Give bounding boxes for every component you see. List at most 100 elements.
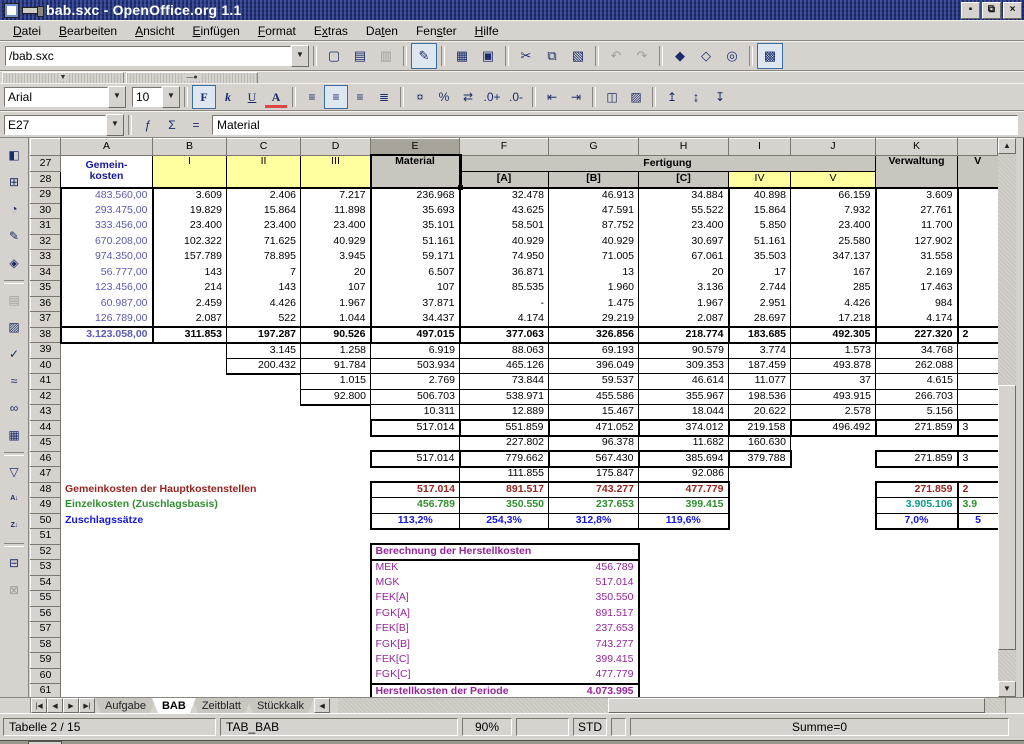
- cell[interactable]: 127.902: [876, 234, 958, 250]
- cell[interactable]: 91.784: [301, 358, 371, 374]
- cell[interactable]: 227.320: [876, 327, 958, 343]
- cell[interactable]: 379.788: [729, 451, 791, 467]
- cell[interactable]: [958, 265, 998, 281]
- cell[interactable]: 350.550: [460, 498, 549, 514]
- cell[interactable]: Gemein-kosten: [61, 156, 153, 188]
- cell[interactable]: [227, 405, 301, 421]
- previous-sheet-button[interactable]: ◀: [47, 698, 63, 713]
- cell[interactable]: 87.752: [549, 219, 639, 235]
- cell[interactable]: 96.378: [549, 436, 639, 452]
- cell[interactable]: 7: [227, 265, 301, 281]
- cell[interactable]: 2.087: [639, 312, 729, 328]
- cell[interactable]: 522: [227, 312, 301, 328]
- align-right-button[interactable]: ≡: [348, 85, 372, 109]
- cell[interactable]: [301, 420, 371, 436]
- cell[interactable]: 28.697: [729, 312, 791, 328]
- close-button[interactable]: ×: [1003, 2, 1022, 19]
- cell[interactable]: 3.123.058,00: [61, 327, 153, 343]
- cell[interactable]: 11.682: [639, 436, 729, 452]
- cell[interactable]: [61, 420, 153, 436]
- cell[interactable]: [61, 637, 371, 653]
- cell[interactable]: [791, 436, 876, 452]
- cell[interactable]: [729, 498, 791, 514]
- font-color-button[interactable]: A: [264, 85, 288, 109]
- cell[interactable]: 15.864: [227, 203, 301, 219]
- cell[interactable]: 74.950: [460, 250, 549, 266]
- cell[interactable]: 517.014: [549, 575, 639, 591]
- cell[interactable]: [301, 405, 371, 421]
- cell[interactable]: [61, 575, 371, 591]
- cell[interactable]: 218.774: [639, 327, 729, 343]
- cell[interactable]: [791, 513, 876, 529]
- delete-decimal-button[interactable]: .0-: [504, 85, 528, 109]
- menu-einfgen[interactable]: Einfügen: [183, 22, 248, 40]
- row-header[interactable]: 35: [31, 281, 61, 297]
- align-center-vertical-button[interactable]: ↨: [684, 85, 708, 109]
- cell[interactable]: 262.088: [876, 358, 958, 374]
- row-header[interactable]: 51: [31, 529, 61, 545]
- cell[interactable]: [639, 560, 998, 576]
- cell[interactable]: [301, 436, 371, 452]
- cell[interactable]: 30.697: [639, 234, 729, 250]
- cell[interactable]: 119,6%: [639, 513, 729, 529]
- select-all-corner[interactable]: [31, 139, 61, 156]
- cell[interactable]: [227, 374, 301, 390]
- autoformat-button[interactable]: ▨: [2, 314, 27, 339]
- cell[interactable]: [61, 544, 371, 560]
- standard-format-button[interactable]: ⇄: [456, 85, 480, 109]
- cell[interactable]: 326.856: [549, 327, 639, 343]
- cell[interactable]: [227, 467, 301, 483]
- cell[interactable]: [791, 467, 876, 483]
- cell[interactable]: 6.507: [371, 265, 460, 281]
- cell[interactable]: [729, 467, 791, 483]
- cell[interactable]: 56.777,00: [61, 265, 153, 281]
- cell[interactable]: 92.086: [639, 467, 729, 483]
- cell[interactable]: Material: [371, 156, 460, 188]
- function-wizard-button[interactable]: ƒ: [136, 113, 160, 137]
- cell[interactable]: 23.400: [227, 219, 301, 235]
- cell[interactable]: 123.456,00: [61, 281, 153, 297]
- cell[interactable]: 496.492: [791, 420, 876, 436]
- cell[interactable]: 46.614: [639, 374, 729, 390]
- cell[interactable]: 399.415: [549, 653, 639, 669]
- cell[interactable]: 92.800: [301, 389, 371, 405]
- cell[interactable]: [639, 684, 998, 698]
- cell[interactable]: 25.580: [791, 234, 876, 250]
- cell[interactable]: 11.898: [301, 203, 371, 219]
- cell[interactable]: [958, 374, 998, 390]
- cell[interactable]: 157.789: [153, 250, 227, 266]
- cell[interactable]: 85.535: [460, 281, 549, 297]
- row-header[interactable]: 27: [31, 156, 61, 172]
- cell[interactable]: 1.967: [639, 296, 729, 312]
- row-header[interactable]: 58: [31, 637, 61, 653]
- cell[interactable]: 17.463: [876, 281, 958, 297]
- row-header[interactable]: 45: [31, 436, 61, 452]
- cell[interactable]: 1.960: [549, 281, 639, 297]
- cell[interactable]: 456.789: [549, 560, 639, 576]
- cell[interactable]: Herstellkosten der Periode: [371, 684, 549, 698]
- cell[interactable]: [791, 451, 876, 467]
- next-sheet-button[interactable]: ▶: [63, 698, 79, 713]
- cell[interactable]: [61, 467, 153, 483]
- cell[interactable]: 23.400: [153, 219, 227, 235]
- menu-extras[interactable]: Extras: [305, 22, 357, 40]
- cell[interactable]: 20: [639, 265, 729, 281]
- cell[interactable]: 34.768: [876, 343, 958, 359]
- row-header[interactable]: 36: [31, 296, 61, 312]
- cell[interactable]: 266.703: [876, 389, 958, 405]
- cell[interactable]: Zuschlagssätze: [61, 513, 371, 529]
- cell[interactable]: [227, 451, 301, 467]
- cell[interactable]: I: [153, 156, 227, 188]
- font-size-input[interactable]: [132, 87, 162, 107]
- cell[interactable]: 23.400: [301, 219, 371, 235]
- cell[interactable]: [153, 358, 227, 374]
- cell[interactable]: Fertigung: [460, 156, 876, 172]
- cell[interactable]: 2.406: [227, 188, 301, 204]
- cell[interactable]: 237.653: [549, 498, 639, 514]
- cell[interactable]: [61, 358, 153, 374]
- cell[interactable]: [61, 684, 371, 698]
- cell[interactable]: 497.015: [371, 327, 460, 343]
- cell[interactable]: [61, 374, 153, 390]
- cell[interactable]: 40.929: [460, 234, 549, 250]
- sheet-tab-bab[interactable]: BAB: [152, 698, 196, 713]
